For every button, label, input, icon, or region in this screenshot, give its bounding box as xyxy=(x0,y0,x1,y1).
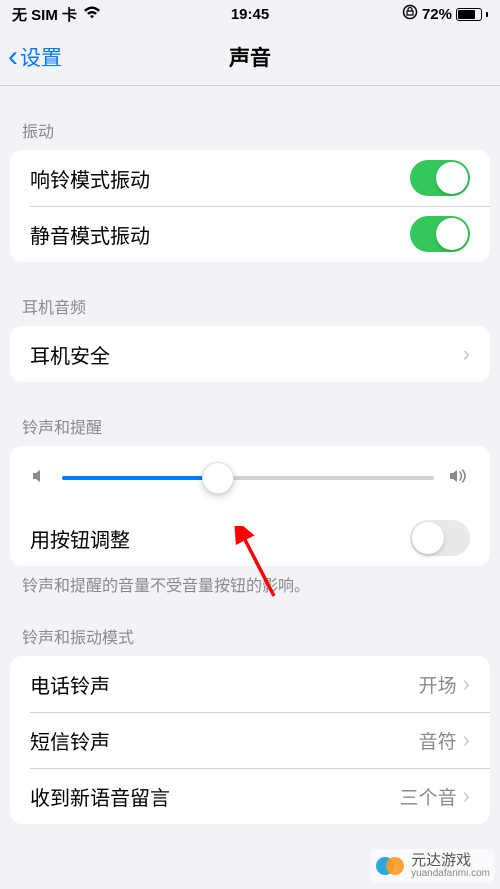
row-label: 短信铃声 xyxy=(30,726,419,755)
row-silent-vibrate[interactable]: 静音模式振动 xyxy=(10,206,490,262)
row-label: 响铃模式振动 xyxy=(30,164,410,193)
clock: 19:45 xyxy=(231,6,269,23)
toggle-silent-vibrate[interactable] xyxy=(410,216,470,252)
row-headphone-safety[interactable]: 耳机安全 › xyxy=(10,326,490,382)
chevron-right-icon: › xyxy=(463,727,470,753)
chevron-left-icon: ‹ xyxy=(8,42,18,72)
group-headphone: 耳机安全 › xyxy=(10,326,490,382)
row-value: 三个音 xyxy=(400,783,457,810)
watermark-brand: 元达游戏 xyxy=(411,853,490,869)
row-value: 开场 xyxy=(419,671,457,698)
row-label: 静音模式振动 xyxy=(30,220,410,249)
watermark: 元达游戏 yuandafanmi.com xyxy=(371,849,494,883)
watermark-logo-icon xyxy=(375,851,405,881)
wifi-icon xyxy=(83,6,101,23)
section-header-patterns: 铃声和振动模式 xyxy=(0,598,500,656)
watermark-url: yuandafanmi.com xyxy=(411,869,490,880)
settings-content: 振动 响铃模式振动 静音模式振动 耳机音频 耳机安全 › 铃声和提醒 xyxy=(0,86,500,889)
row-volume-slider xyxy=(10,446,490,510)
section-footer-ringer: 铃声和提醒的音量不受音量按钮的影响。 xyxy=(0,566,500,598)
back-label: 设置 xyxy=(20,42,62,72)
volume-slider[interactable] xyxy=(62,476,434,480)
row-ring-vibrate[interactable]: 响铃模式振动 xyxy=(10,150,490,206)
carrier-text: 无 SIM 卡 xyxy=(12,4,77,25)
row-value: 音符 xyxy=(419,727,457,754)
chevron-right-icon: › xyxy=(463,671,470,697)
chevron-right-icon: › xyxy=(463,341,470,367)
nav-bar: ‹ 设置 声音 xyxy=(0,28,500,86)
chevron-right-icon: › xyxy=(463,783,470,809)
group-vibration: 响铃模式振动 静音模式振动 xyxy=(10,150,490,262)
row-label: 电话铃声 xyxy=(30,670,419,699)
section-header-headphone: 耳机音频 xyxy=(0,262,500,326)
orientation-lock-icon xyxy=(402,4,418,24)
volume-high-icon xyxy=(448,467,470,490)
toggle-ring-vibrate[interactable] xyxy=(410,160,470,196)
row-label: 耳机安全 xyxy=(30,340,463,369)
slider-thumb[interactable] xyxy=(202,462,234,494)
section-header-ringer: 铃声和提醒 xyxy=(0,382,500,446)
battery-icon xyxy=(456,8,482,21)
status-bar: 无 SIM 卡 19:45 72% xyxy=(0,0,500,28)
toggle-change-with-buttons[interactable] xyxy=(410,520,470,556)
row-ringtone[interactable]: 电话铃声 开场 › xyxy=(10,656,490,712)
row-label: 收到新语音留言 xyxy=(30,782,400,811)
group-ringer: 用按钮调整 xyxy=(10,446,490,566)
section-header-vibration: 振动 xyxy=(0,86,500,150)
row-change-with-buttons[interactable]: 用按钮调整 xyxy=(10,510,490,566)
row-label: 用按钮调整 xyxy=(30,524,410,553)
battery-percent: 72% xyxy=(422,6,452,23)
page-title: 声音 xyxy=(229,42,271,72)
group-patterns: 电话铃声 开场 › 短信铃声 音符 › 收到新语音留言 三个音 › xyxy=(10,656,490,824)
back-button[interactable]: ‹ 设置 xyxy=(8,42,62,72)
row-text-tone[interactable]: 短信铃声 音符 › xyxy=(10,712,490,768)
volume-low-icon xyxy=(30,467,48,490)
row-voicemail[interactable]: 收到新语音留言 三个音 › xyxy=(10,768,490,824)
